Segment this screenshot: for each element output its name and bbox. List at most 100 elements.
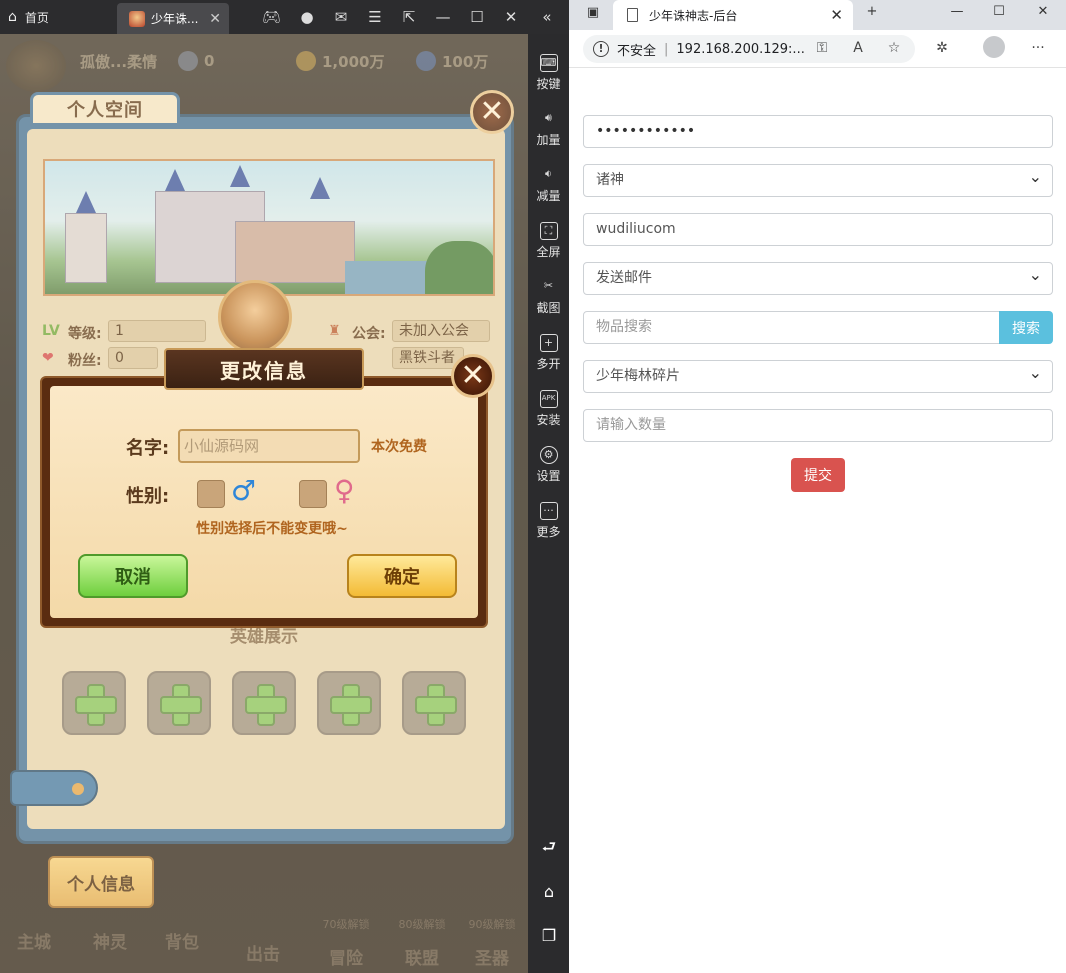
sidebar-item-multi[interactable]: + 多开 [528,334,569,372]
nav-alliance[interactable]: 联盟 [392,944,452,969]
nav-adventure[interactable]: 冒险 [316,944,376,969]
close-tab-icon[interactable]: ✕ [830,6,843,24]
game-viewport[interactable]: 孤傲...柔情 0 1,000万 100万 个人空间 ✕ LV 等级: 1 ❤ … [0,34,528,973]
add-favorite-icon[interactable]: ☆ [885,40,903,56]
more-menu-icon[interactable]: ··· [1029,40,1047,56]
gear-icon: ⚙ [539,446,558,464]
nav-main-city[interactable]: 主城 [4,928,64,953]
apk-icon: APK [539,390,558,408]
hero-slot[interactable] [317,671,381,735]
menu-icon[interactable]: ☰ [366,8,384,26]
sidebar-item-volume-down[interactable]: 🔉︎ 减量 [528,166,569,204]
name-input[interactable]: 小仙源码网 [178,429,360,463]
document-icon [627,8,638,22]
submit-button[interactable]: 提交 [791,458,845,492]
gold-counter: 1,000万 [296,48,384,74]
cancel-button[interactable]: 取消 [78,554,188,598]
gold-coin-icon [296,51,316,71]
guild-label: 公会: [352,326,386,342]
personal-info-tab[interactable]: 个人信息 [48,856,154,908]
gem-icon [416,51,436,71]
sidebar-item-fullscreen[interactable]: ⛶ 全屏 [528,222,569,260]
home-tab[interactable]: ⌂ 首页 [8,0,49,34]
home-tab-label: 首页 [24,10,49,25]
home-nav-icon[interactable]: ⌂ [539,884,559,900]
game-tab[interactable]: 少年诛... ✕ [117,3,229,34]
maximize-icon[interactable]: ☐ [468,8,486,26]
nav-backpack[interactable]: 背包 [152,928,212,953]
mail-icon[interactable]: ✉ [332,8,350,26]
item-search-input[interactable]: 物品搜索 [583,311,1001,344]
hero-portrait[interactable] [218,280,292,354]
profile-icon[interactable] [983,36,1005,58]
castle-banner [43,159,495,296]
scissors-icon: ✂ [543,279,554,292]
read-aloud-icon[interactable]: A [849,40,867,56]
server-select[interactable]: 诸神 [583,161,1053,197]
level-value: 1 [108,320,206,342]
close-dialog-button[interactable]: ✕ [451,354,495,398]
collapse-sidebar-icon[interactable]: « [538,8,556,26]
sidebar-item-screenshot[interactable]: ✂ 截图 [528,278,569,316]
browser-window: ▣ 少年诛神志-后台 ✕ + — ☐ ✕ ! 不安全 | 192.168.200… [569,0,1066,973]
popout-icon[interactable]: ⇱ [400,8,418,26]
nav-adventure-lock: 70级解锁 [322,918,370,931]
back-icon[interactable]: ⮐ [539,839,559,855]
sidebar-item-keys[interactable]: ⌨ 按键 [528,54,569,92]
female-checkbox[interactable] [299,480,327,508]
maximize-icon[interactable]: ☐ [989,4,1009,19]
male-checkbox[interactable] [197,480,225,508]
user-icon[interactable]: ● [298,8,316,26]
item-select[interactable]: 少年梅林碎片 [583,357,1053,393]
confirm-button[interactable]: 确定 [347,554,457,598]
plus-icon [160,684,202,726]
close-tab-icon[interactable]: ✕ [209,11,221,27]
extensions-icon[interactable]: ✲ [933,40,951,56]
hero-slot[interactable] [147,671,211,735]
gem-counter: 100万 [416,48,488,74]
close-panel-button[interactable]: ✕ [470,90,514,134]
hero-slot[interactable] [62,671,126,735]
recent-apps-icon[interactable]: ❐ [539,928,559,944]
browser-tabstrip: ▣ 少年诛神志-后台 ✕ + — ☐ ✕ [569,0,1066,30]
minimize-icon[interactable]: — [434,8,452,26]
gamepad-icon[interactable]: 🎮︎ [262,8,281,26]
emulator-titlebar: ⌂ 首页 少年诛... ✕ 🎮︎ ● ✉ ☰ ⇱ — ☐ ✕ « [0,0,569,34]
action-select[interactable]: 发送邮件 [583,259,1053,295]
password-field[interactable]: •••••••••••• [583,115,1053,148]
new-tab-icon[interactable]: + [862,4,882,19]
close-window-icon[interactable]: ✕ [1033,4,1053,19]
sidebar-item-more[interactable]: ··· 更多 [528,502,569,540]
sidebar-item-settings[interactable]: ⚙ 设置 [528,446,569,484]
game-tab-label: 少年诛... [151,12,199,26]
minimize-icon[interactable]: — [947,4,967,19]
nav-alliance-lock: 80级解锁 [398,918,446,931]
sidebar-item-install[interactable]: APK 安装 [528,390,569,428]
close-icon[interactable]: ✕ [502,8,520,26]
male-icon: ♂ [231,474,257,507]
nav-artifact[interactable]: 圣器 [462,944,522,969]
nav-deities[interactable]: 神灵 [80,928,140,953]
hero-slot[interactable] [232,671,296,735]
nav-attack[interactable]: 出击 [233,940,293,965]
panel-bookmark [10,770,98,806]
sidebar-item-volume-up[interactable]: 🔊︎ 加量 [528,110,569,148]
hero-slot[interactable] [402,671,466,735]
browser-tab[interactable]: 少年诛神志-后台 ✕ [613,0,853,30]
guild-value: 未加入公会 [392,320,490,342]
account-field[interactable]: wudiliucom [583,213,1053,246]
warning-icon: ! [593,41,609,57]
gender-note: 性别选择后不能变更哦~ [196,521,348,537]
tab-actions-icon[interactable]: ▣ [583,5,603,20]
heart-icon: ❤ [42,350,54,366]
url-text: 192.168.200.129:... [676,41,805,57]
player-name: 孤傲...柔情 [80,52,158,71]
key-icon[interactable]: ⚿ [813,40,831,56]
search-button[interactable]: 搜索 [999,311,1053,344]
swords-icon [178,51,198,71]
guild-icon: ♜ [328,323,341,339]
quantity-input[interactable]: 请输入数量 [583,409,1053,442]
volume-up-icon: 🔊︎ [545,111,552,124]
player-avatar[interactable] [6,40,66,92]
bottom-nav: 主城 神灵 背包 出击 70级解锁 冒险 80级解锁 联盟 90级解锁 圣器 [0,904,528,973]
